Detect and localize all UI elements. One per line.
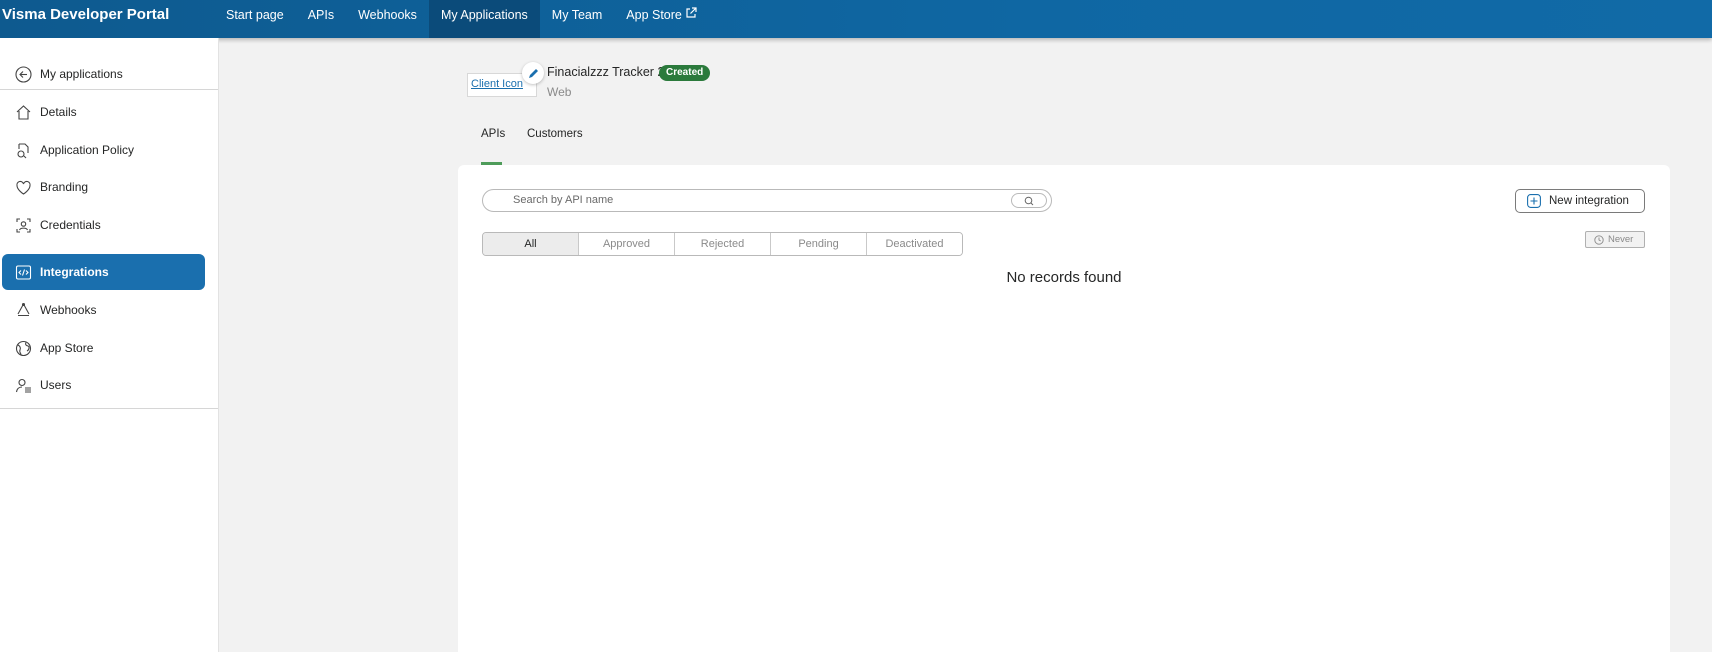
sidebar-item-label: Users xyxy=(40,378,72,392)
webhooks-icon xyxy=(14,301,32,319)
sidebar-item-label: Application Policy xyxy=(40,143,135,157)
edit-icon-button[interactable] xyxy=(522,62,544,84)
integrations-panel: Search by API name New integration All A… xyxy=(458,165,1670,652)
globe-icon xyxy=(14,339,32,357)
filter-rejected[interactable]: Rejected xyxy=(675,233,771,255)
main-nav: Start page APIs Webhooks My Applications… xyxy=(214,0,709,38)
back-label: My applications xyxy=(40,67,123,81)
users-icon xyxy=(14,376,32,394)
sidebar-item-users[interactable]: Users xyxy=(2,367,205,403)
clock-icon xyxy=(1594,234,1604,245)
top-navigation-bar: Visma Developer Portal Start page APIs W… xyxy=(0,0,1712,38)
tab-apis[interactable]: APIs xyxy=(481,128,505,140)
sidebar-item-label: Integrations xyxy=(40,265,109,279)
sidebar-item-webhooks[interactable]: Webhooks xyxy=(2,292,205,328)
policy-icon xyxy=(14,141,32,159)
search-input[interactable]: Search by API name xyxy=(482,189,1052,212)
home-icon xyxy=(14,103,32,121)
back-to-my-applications[interactable]: My applications xyxy=(2,56,205,92)
application-name: Finacialzzz Tracker 2 xyxy=(547,65,665,79)
search-button[interactable] xyxy=(1011,193,1047,208)
tab-customers[interactable]: Customers xyxy=(527,128,583,140)
filter-all[interactable]: All xyxy=(483,233,579,255)
credentials-icon xyxy=(14,216,32,234)
sidebar-item-details[interactable]: Details xyxy=(2,94,205,130)
heart-icon xyxy=(14,178,32,196)
refresh-label: Never xyxy=(1608,234,1634,245)
sidebar-divider xyxy=(0,89,218,90)
filter-deactivated[interactable]: Deactivated xyxy=(867,233,962,255)
sidebar-item-app-store[interactable]: App Store xyxy=(2,330,205,366)
new-integration-button[interactable]: New integration xyxy=(1515,189,1645,213)
external-link-icon xyxy=(686,7,697,18)
sidebar: My applications Details Application Poli… xyxy=(0,38,219,652)
search-icon xyxy=(1024,196,1034,205)
application-type: Web xyxy=(547,85,572,99)
sidebar-item-label: Branding xyxy=(40,180,89,194)
sidebar-item-label: Details xyxy=(40,105,77,119)
sidebar-item-label: App Store xyxy=(40,341,94,355)
sidebar-item-credentials[interactable]: Credentials xyxy=(2,207,205,243)
arrow-left-circle-icon xyxy=(14,65,32,83)
filter-pending[interactable]: Pending xyxy=(771,233,867,255)
nav-start-page[interactable]: Start page xyxy=(214,0,296,38)
sidebar-item-application-policy[interactable]: Application Policy xyxy=(2,132,205,168)
new-integration-label: New integration xyxy=(1549,195,1629,207)
sidebar-divider xyxy=(0,408,218,409)
sidebar-item-label: Credentials xyxy=(40,218,101,232)
sidebar-item-integrations[interactable]: Integrations xyxy=(2,254,205,290)
sidebar-item-branding[interactable]: Branding xyxy=(2,169,205,205)
nav-app-store[interactable]: App Store xyxy=(614,0,709,38)
plus-icon xyxy=(1527,194,1541,208)
status-filter-group: All Approved Rejected Pending Deactivate… xyxy=(482,232,963,256)
refresh-status-button[interactable]: Never xyxy=(1585,231,1645,248)
filter-approved[interactable]: Approved xyxy=(579,233,675,255)
sidebar-item-label: Webhooks xyxy=(40,303,97,317)
code-icon xyxy=(14,263,32,281)
pencil-icon xyxy=(528,68,538,78)
brand-logo[interactable]: Visma Developer Portal xyxy=(2,6,169,23)
search-placeholder: Search by API name xyxy=(513,194,614,206)
empty-state-message: No records found xyxy=(1006,269,1122,286)
nav-my-team[interactable]: My Team xyxy=(540,0,614,38)
nav-apis[interactable]: APIs xyxy=(296,0,346,38)
status-badge: Created xyxy=(659,65,711,81)
nav-my-applications[interactable]: My Applications xyxy=(428,0,540,38)
nav-webhooks[interactable]: Webhooks xyxy=(346,0,429,38)
